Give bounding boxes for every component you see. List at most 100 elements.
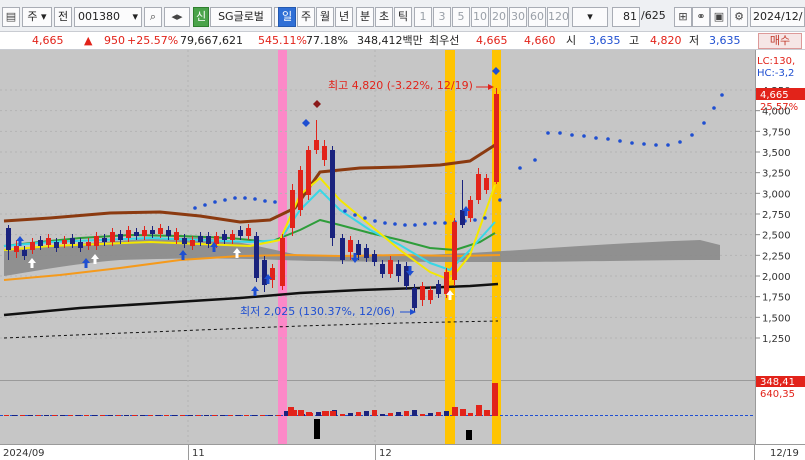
sar-dot <box>363 216 367 220</box>
save-icon[interactable]: ▣ <box>710 7 728 27</box>
candle-down <box>102 238 107 242</box>
hc-label: HC:-3,2 <box>757 68 794 79</box>
volume-bar <box>188 415 193 416</box>
candle-down <box>222 234 227 240</box>
candle-up <box>428 290 433 300</box>
volume-panel <box>0 381 755 444</box>
volume-spike <box>492 383 498 416</box>
stock-name[interactable]: SG글로벌 <box>210 7 272 27</box>
period-second-tab[interactable]: 초 <box>375 7 393 27</box>
period-month-tab[interactable]: 월 <box>316 7 334 27</box>
candle-down <box>364 248 369 258</box>
price-chart[interactable]: 4,2504,0003,7503,5003,2503,0002,7502,500… <box>0 50 805 460</box>
minute-3-button[interactable]: 3 <box>433 7 451 27</box>
volume-bar <box>276 415 281 416</box>
candle-down <box>150 230 155 234</box>
minute-20-button[interactable]: 20 <box>490 7 508 27</box>
sar-dot <box>473 218 477 222</box>
sar-dot <box>393 222 397 226</box>
sar-dot <box>383 221 387 225</box>
period-week-tab[interactable]: 주 <box>297 7 315 27</box>
volume-bar <box>36 415 41 416</box>
best-bid: 4,665 <box>476 34 508 47</box>
volume-bar <box>428 413 433 416</box>
buy-button[interactable]: 매수 <box>758 33 802 49</box>
period-year-tab[interactable]: 년 <box>335 7 353 27</box>
candle-down <box>254 236 259 278</box>
volume-bar <box>252 415 257 416</box>
volume-bar <box>468 413 473 416</box>
volume-bar <box>132 415 137 416</box>
candle-up <box>86 242 91 246</box>
candle-down <box>198 236 203 242</box>
period-tick-tab[interactable]: 틱 <box>394 7 412 27</box>
volume-spike <box>314 419 320 439</box>
display-count-input[interactable]: 81 <box>612 7 640 27</box>
candle-down <box>6 228 11 250</box>
sar-dot <box>642 142 646 146</box>
sar-dot <box>518 166 522 170</box>
low-price: 3,635 <box>709 34 741 47</box>
turnover-rate: 77.18% <box>306 34 348 47</box>
chart-type-select[interactable]: 주 ▾ <box>22 7 52 27</box>
y-tick-label: 1,500 <box>762 313 791 324</box>
stock-code-input[interactable]: 001380 ▾ <box>74 7 142 27</box>
stock-code-value: 001380 <box>78 10 120 23</box>
minute-10-button[interactable]: 10 <box>471 7 489 27</box>
low-annotation: 최저 2,025 (130.37%, 12/06) <box>240 305 395 318</box>
speaker-icon[interactable]: ◂▸ <box>164 7 190 27</box>
lc-label: LC:130, <box>757 56 795 67</box>
volume-spike <box>452 407 458 416</box>
volume-bar <box>28 415 33 416</box>
candle-up <box>348 240 353 252</box>
minute-120-button[interactable]: 120 <box>547 7 569 27</box>
price-change: 950 <box>104 34 125 47</box>
sar-dot <box>558 131 562 135</box>
y-tick-label: 2,500 <box>762 231 791 242</box>
volume-bar <box>316 412 321 416</box>
volume-bar <box>84 415 89 416</box>
sar-dot <box>373 219 377 223</box>
candle-down <box>38 240 43 246</box>
volume-bar <box>52 415 57 416</box>
x-label-nov: 11 <box>192 448 205 459</box>
candle-up <box>14 246 19 252</box>
gear-icon[interactable]: ⚙ <box>730 7 748 27</box>
volume-spike <box>476 405 482 416</box>
volume-spike <box>298 410 304 416</box>
custom-period-select[interactable]: ▾ <box>572 7 608 27</box>
volume-spike <box>306 412 312 416</box>
date-input[interactable]: 2024/12/ <box>750 7 805 27</box>
price-panel <box>0 50 755 380</box>
period-day-tab[interactable]: 일 <box>278 7 296 27</box>
chart-settings-icon[interactable]: ⊞ <box>674 7 692 27</box>
candle-up <box>214 236 219 244</box>
volume-bar <box>228 415 233 416</box>
y-tick-label: 3,750 <box>762 127 791 138</box>
minute-30-button[interactable]: 30 <box>509 7 527 27</box>
volume-bar <box>204 415 209 416</box>
candle-up <box>476 174 481 200</box>
candle-up <box>142 230 147 236</box>
sar-dot <box>483 216 487 220</box>
minute-5-button[interactable]: 5 <box>452 7 470 27</box>
sar-dot <box>618 139 622 143</box>
menu-icon[interactable]: ▤ <box>2 7 20 27</box>
best-ask: 4,660 <box>524 34 556 47</box>
volume-bar <box>196 415 201 416</box>
search-icon[interactable]: ⌕ <box>144 7 162 27</box>
sar-dot <box>630 141 634 145</box>
volume-bar <box>140 415 145 416</box>
period-minute-tab[interactable]: 분 <box>356 7 374 27</box>
candle-down <box>54 242 59 248</box>
x-label-end: 12/19 <box>770 448 799 459</box>
total-count: /625 <box>641 9 666 22</box>
volume-bar <box>108 415 113 416</box>
market-button[interactable]: 전 <box>54 7 72 27</box>
volume-spike <box>322 411 328 416</box>
crosshair-icon[interactable]: ⚭ <box>692 7 710 27</box>
minute-1-button[interactable]: 1 <box>414 7 432 27</box>
candle-up <box>246 228 251 236</box>
minute-60-button[interactable]: 60 <box>528 7 546 27</box>
candle-down <box>372 254 377 262</box>
